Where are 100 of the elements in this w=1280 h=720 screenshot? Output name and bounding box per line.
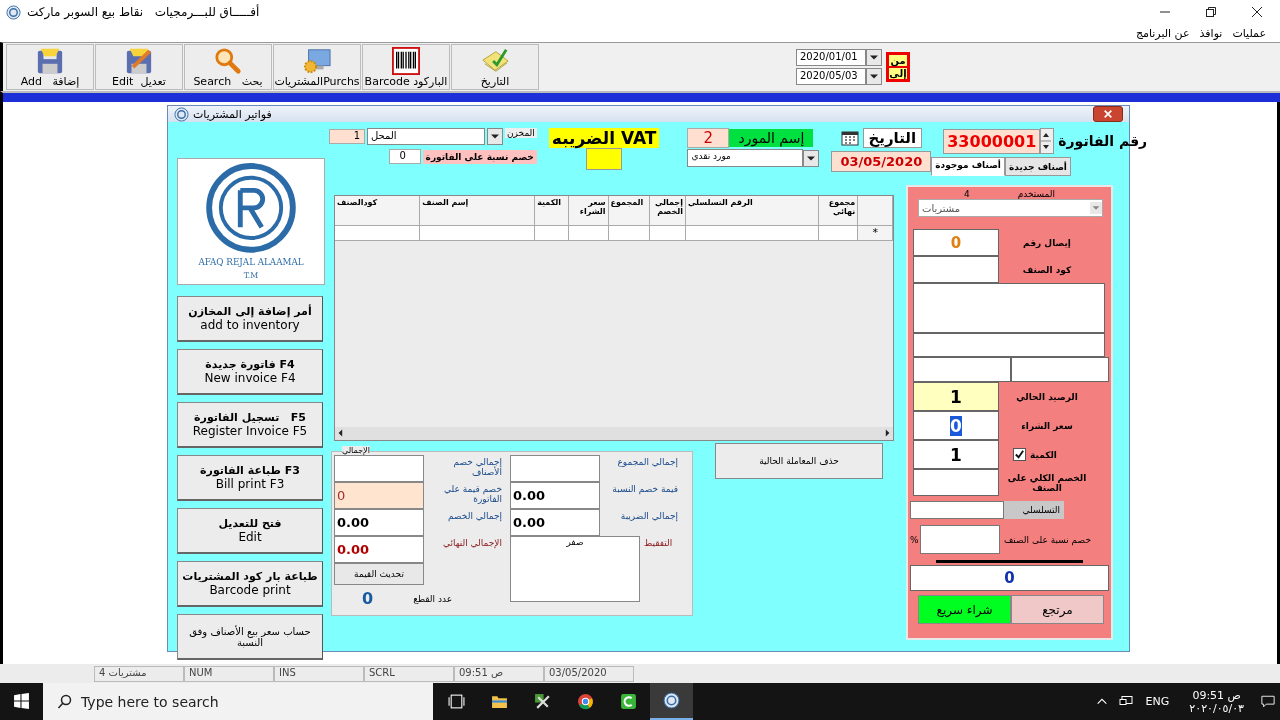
column-header[interactable]: كودالصنف xyxy=(335,196,421,226)
warehouse-code-field[interactable]: 1 xyxy=(329,129,365,144)
app-icon[interactable] xyxy=(620,693,637,710)
quick-buy-button[interactable]: شراء سريع xyxy=(918,595,1011,624)
user-label: المستخدم xyxy=(1017,189,1055,199)
invoice-number-field[interactable]: 33000001 xyxy=(943,128,1041,154)
invoice-discount-field[interactable]: 0 xyxy=(388,149,421,164)
grid-cell[interactable] xyxy=(568,226,609,241)
total-field[interactable] xyxy=(510,455,600,482)
horizontal-scrollbar[interactable] xyxy=(335,427,893,440)
item-discount-field[interactable] xyxy=(913,469,999,496)
grid-cell[interactable] xyxy=(335,226,421,241)
totals-legend: الإجمالي xyxy=(342,446,370,455)
restore-icon[interactable] xyxy=(1205,6,1217,18)
clock-time[interactable]: 09:51 ص xyxy=(1192,688,1241,702)
column-header[interactable]: المجموع xyxy=(608,196,651,226)
current-balance-label: الرصيد الحالي xyxy=(1015,391,1079,402)
floppy-disk-icon xyxy=(35,46,65,75)
tab[interactable]: أصناف موجودة xyxy=(931,157,1005,176)
total-field[interactable]: 0.00 xyxy=(510,482,600,509)
network-icon[interactable] xyxy=(1118,695,1133,708)
item-code-field[interactable] xyxy=(913,256,999,283)
to-date-field[interactable]: 2020/05/03 xyxy=(796,68,866,85)
item-description-field[interactable] xyxy=(913,333,1105,357)
tab[interactable]: أصناف جديدة xyxy=(1004,157,1071,176)
column-header[interactable]: الرقم التسلسلي xyxy=(685,196,819,226)
total-field[interactable]: 0.00 xyxy=(334,509,424,536)
menu-item[interactable]: نوافذ xyxy=(1199,26,1223,40)
action-button[interactable]: حساب سعر بيع الأصناف وفق النسبة xyxy=(177,614,323,660)
total-field[interactable]: 0 xyxy=(334,482,424,509)
toolbar-button[interactable]: Edit تعديل xyxy=(95,44,183,90)
total-field[interactable]: 0.00 xyxy=(334,536,424,563)
toolbar-button[interactable]: Barcode الباركود xyxy=(362,44,450,90)
quantity-field[interactable]: 1 xyxy=(913,440,999,469)
warehouse-dropdown[interactable]: المحل xyxy=(367,128,485,145)
floppy-disk-pencil-icon xyxy=(124,46,154,75)
grid-cell[interactable] xyxy=(420,226,536,241)
windows-start-icon[interactable] xyxy=(13,693,30,710)
user-dropdown[interactable]: مشتريات xyxy=(918,199,1103,217)
from-date-field[interactable]: 2020/01/01 xyxy=(796,49,866,66)
notification-icon[interactable] xyxy=(1261,695,1275,708)
menu-item[interactable]: عمليات xyxy=(1232,26,1266,40)
toolbar-button[interactable]: التاريخ xyxy=(451,44,539,90)
menu-item[interactable]: عن البرنامج xyxy=(1135,26,1190,40)
total-field[interactable]: 0.00 xyxy=(510,509,600,536)
return-button[interactable]: مرتجع xyxy=(1011,595,1104,624)
toolbar-button[interactable]: المشترياتPurchs xyxy=(273,44,361,90)
column-header[interactable]: سعر الشراء xyxy=(568,196,609,226)
item-name-field[interactable] xyxy=(913,283,1105,333)
receipt-number-label: إيصال رقم xyxy=(1022,237,1072,248)
vat-field[interactable] xyxy=(586,148,623,170)
language-indicator[interactable]: ENG xyxy=(1145,695,1170,708)
invoice-date-field[interactable]: 03/05/2020 xyxy=(831,151,932,172)
item-percent-discount-field[interactable] xyxy=(920,525,1000,554)
grid-cell[interactable] xyxy=(685,226,819,241)
pieces-count: 0 xyxy=(362,589,374,608)
column-header[interactable]: مجموع نهائي xyxy=(818,196,859,226)
grid-cell[interactable] xyxy=(650,226,686,241)
amount-in-words-field[interactable]: صفر xyxy=(510,536,640,602)
taskbar-search-field[interactable]: Type here to search xyxy=(43,683,433,720)
column-header[interactable]: إجمالي الخصم xyxy=(650,196,686,226)
current-balance-field[interactable]: 1 xyxy=(913,382,999,411)
grid-cell[interactable] xyxy=(608,226,651,241)
unit-field[interactable] xyxy=(913,357,1011,382)
serial-field[interactable] xyxy=(910,501,1004,519)
task-view-icon[interactable] xyxy=(448,693,465,710)
close-button[interactable] xyxy=(1093,106,1123,122)
refresh-value-button[interactable]: تحديث القيمة xyxy=(334,563,424,585)
serial-label: التسلسلي xyxy=(1004,501,1064,519)
supplier-code-field[interactable]: 2 xyxy=(687,128,730,148)
toolbar-button[interactable]: Search بحث xyxy=(184,44,272,90)
delete-transaction-button[interactable]: حذف المعاملة الحالية xyxy=(715,443,883,479)
supplier-dropdown[interactable]: مورد نقدي xyxy=(687,149,804,167)
quantity-checkbox[interactable] xyxy=(1013,448,1026,461)
price-field[interactable] xyxy=(1011,357,1109,382)
date-label: التاريخ xyxy=(862,128,923,148)
spinner-control[interactable] xyxy=(1040,128,1055,154)
tools-icon[interactable] xyxy=(534,693,551,710)
grid-cell[interactable] xyxy=(535,226,569,241)
app-logo-icon[interactable] xyxy=(663,692,680,709)
item-percent-discount-label: خصم نسبة على الصنف xyxy=(1004,534,1091,545)
grid-cell[interactable] xyxy=(818,226,859,241)
folder-icon[interactable] xyxy=(491,693,508,710)
purchase-price-field[interactable]: 0 xyxy=(913,411,999,440)
window-title: فواتير المشتريات xyxy=(193,107,272,121)
calendar-icon[interactable] xyxy=(840,130,859,146)
close-icon[interactable] xyxy=(1251,6,1263,18)
column-header[interactable]: إسم الصنف xyxy=(420,196,536,226)
column-header[interactable]: الكمية xyxy=(535,196,569,226)
total-label: خصم قيمة علي الفاتورة xyxy=(443,483,503,506)
vat-label: الضريبه VAT xyxy=(548,128,660,148)
toolbar-button[interactable]: Add إضافة xyxy=(6,44,94,90)
clock-date[interactable]: ٢٠٢٠/٠٥/٠٣ xyxy=(1189,701,1244,715)
total-label: إجمالي الضريبة xyxy=(619,510,679,524)
item-total-field[interactable]: 0 xyxy=(910,565,1109,591)
app-logo-icon xyxy=(174,106,189,122)
user-id: 4 xyxy=(964,189,970,199)
browser-icon[interactable] xyxy=(577,693,594,710)
total-field[interactable] xyxy=(334,455,424,482)
barcode-icon xyxy=(391,46,421,75)
